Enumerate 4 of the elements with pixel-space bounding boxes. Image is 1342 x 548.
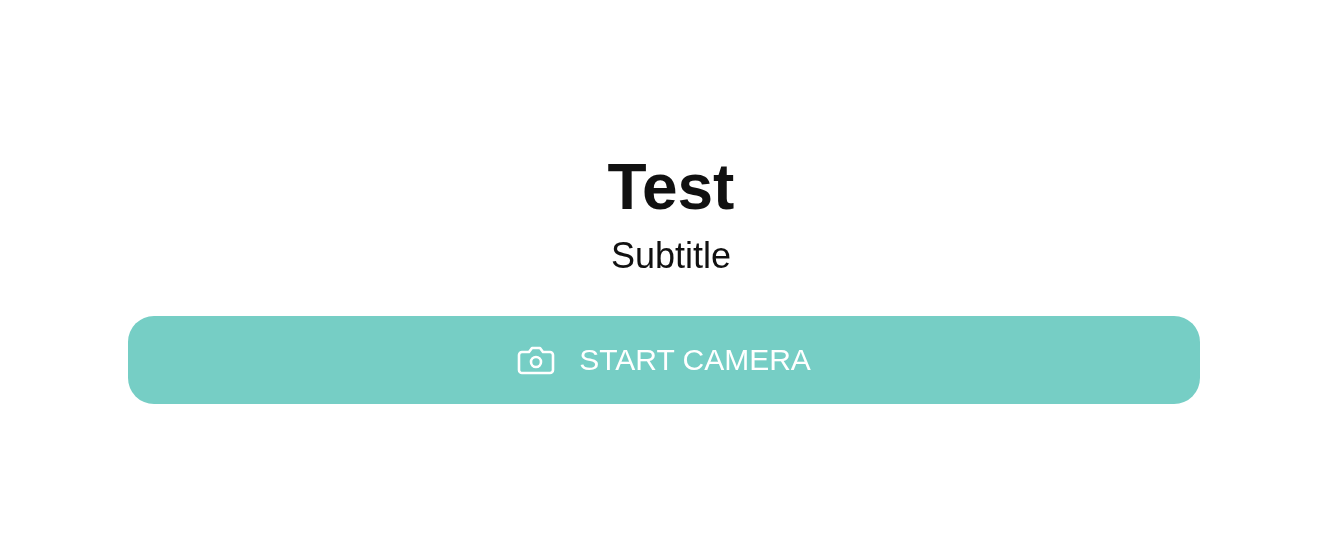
camera-icon [517, 345, 556, 375]
page-subtitle: Subtitle [610, 234, 732, 278]
start-camera-button[interactable]: START CAMERA [128, 316, 1200, 404]
page-title: Test [607, 150, 735, 224]
